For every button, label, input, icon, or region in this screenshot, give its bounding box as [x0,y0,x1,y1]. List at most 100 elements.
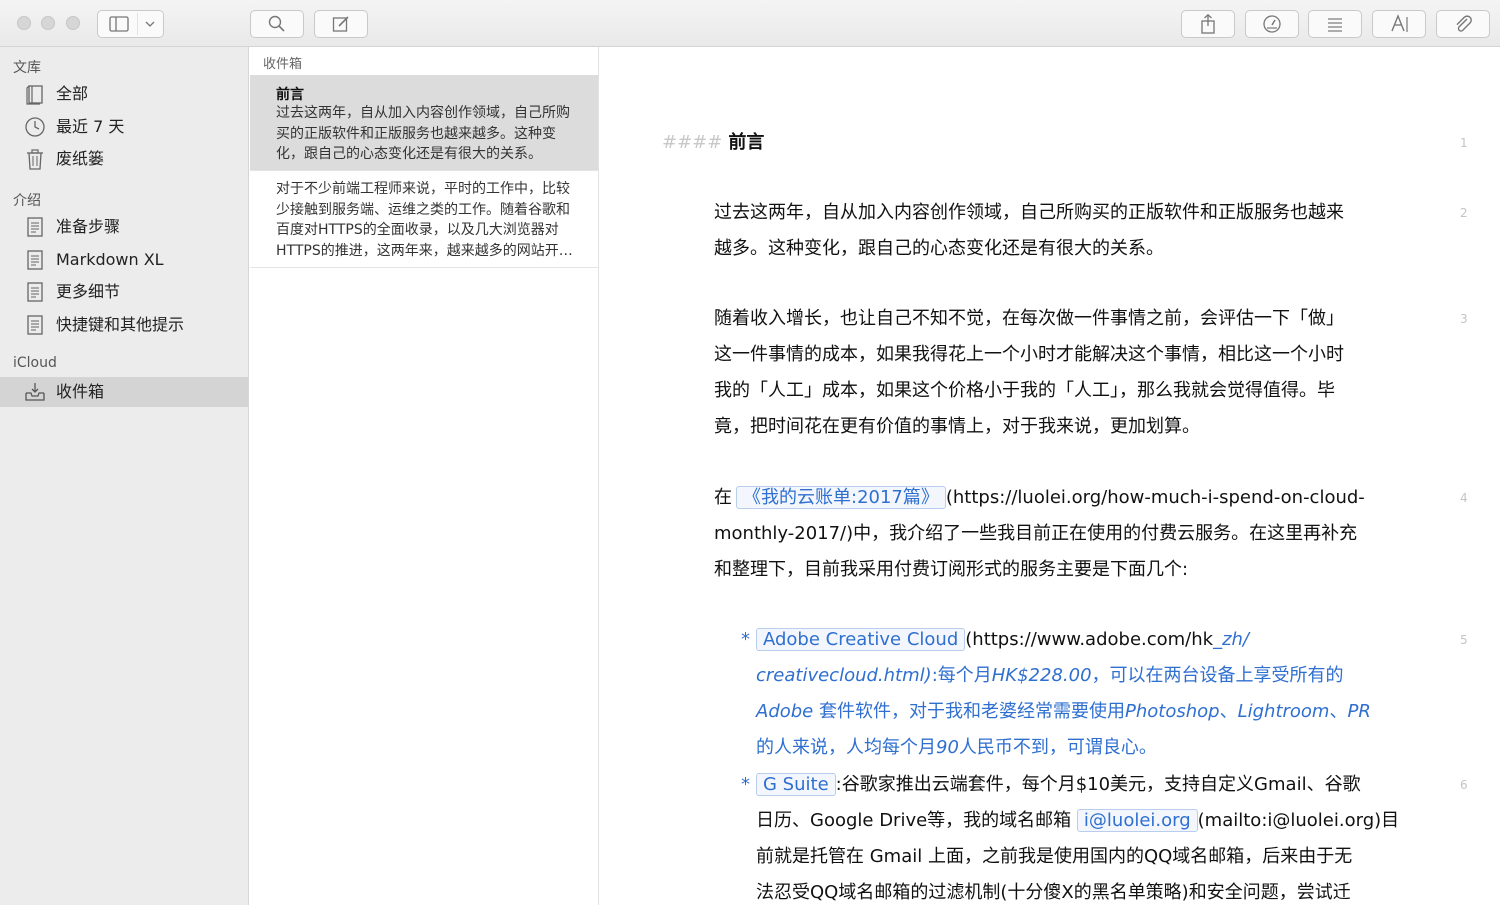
library-section-header: 文库 [13,60,41,76]
sidebar-item-label: 废纸篓 [56,149,105,168]
sidebar-item-all[interactable]: 全部 [0,79,248,109]
table-of-contents-button[interactable] [1308,10,1362,38]
search-icon [268,15,285,32]
list-item-line: 日历、Google Drive等，我的域名邮箱 i@luolei.org (mai… [756,803,1399,839]
window-toolbar [0,0,1500,47]
sidebar-item-more-details[interactable]: 更多细节 [0,277,248,307]
list-icon [1328,18,1342,32]
paragraph-line: 竟，把时间花在更有价值的事情上，对于我来说，更加划算。 [714,416,1200,437]
text-span: Lightroom [1237,701,1330,722]
line-number: 4 [1460,491,1468,505]
document-icon [27,250,43,270]
note-list: 收件箱 前言 过去这两年，自从加入内容创作领域，自己所购买的正版软件和正版服务也… [250,47,599,905]
sidebar-item-inbox[interactable]: 收件箱 [0,377,248,407]
paragraph-line: monthly-2017/)中，我介绍了一些我目前正在使用的付费云服务。在这里再… [714,523,1358,544]
note-list-item[interactable]: 前言 过去这两年，自从加入内容创作领域，自己所购买的正版软件和正版服务也越来越多… [250,75,598,171]
sidebar-item-trash[interactable]: 废纸篓 [0,144,248,174]
sidebar-item-shortcuts-tips[interactable]: 快捷键和其他提示 [0,310,248,340]
text-span: 的人来说，人均每个月 [756,737,936,758]
list-item-line: Adobe Creative Cloud (https://www.adobe.c… [756,622,1249,658]
text-span: 在 [714,487,732,508]
url-text: creativecloud.html) [756,665,932,686]
sidebar-item-label: 最近 7 天 [56,117,125,136]
list-bullet: * [741,629,750,650]
text-span: 90 [936,737,959,758]
text-span: :谷歌家推出云端套件，每个月$10美元，支持自定义Gmail、谷歌 [835,774,1361,795]
text-span: (mailto:i@luolei.org)目 [1197,810,1400,831]
text-span: 套件软件，对于我和老婆经常需要使用 [813,701,1125,722]
note-title: 前言 [276,87,304,103]
sidebar-item-label: Markdown XL [56,250,164,269]
heading-text: 前言 [728,132,765,153]
sidebar-item-label: 快捷键和其他提示 [56,315,185,334]
line-number: 2 [1460,206,1468,220]
sidebar-item-setup-steps[interactable]: 准备步骤 [0,212,248,242]
share-icon [1201,13,1215,34]
sidebar: 文库 全部 最近 7 天 废纸篓 介绍 准备步骤 Markdown XL 更多细… [0,47,249,905]
text-span: 人民币不到，可谓良心。 [958,737,1157,758]
sidebar-item-label: 收件箱 [56,382,105,401]
icloud-section-header: iCloud [13,355,57,371]
document-icon [27,282,43,302]
line-number: 1 [1460,136,1468,150]
text-span: ，可以在两台设备上享受所有的 [1091,665,1344,686]
text-span: Adobe [756,701,814,722]
font-settings-button[interactable] [1372,10,1426,38]
text-span: :每个月 [931,665,992,686]
text-span: HK$228.00 [991,665,1092,686]
list-item-line: creativecloud.html):每个月HK$228.00，可以在两台设备… [756,658,1344,694]
heading-marker: #### [662,132,723,153]
note-excerpt: 对于不少前端工程师来说，平时的工作中，比较少接触到服务端、运维之类的工作。随着谷… [276,181,573,259]
heading-line: #### 前言 [662,125,764,161]
line-number: 3 [1460,312,1468,326]
link-tag[interactable]: G Suite [756,773,836,796]
minimize-window-button[interactable] [41,16,55,30]
sidebar-item-markdown-xl[interactable]: Markdown XL [0,245,248,275]
sidebar-icon [109,13,138,35]
list-item-line: 的人来说，人均每个月90人民币不到，可谓良心。 [756,730,1157,766]
trash-icon [27,149,43,170]
zoom-window-button[interactable] [66,16,80,30]
paragraph-line: 越多。这种变化，跟自己的心态变化还是有很大的关系。 [714,238,1164,259]
list-item-line: 法忍受QQ域名邮箱的过滤机制(十分傻X的黑名单策略)和安全问题，尝试迁 [756,882,1351,903]
close-window-button[interactable] [17,16,31,30]
paperclip-icon [1456,15,1472,32]
search-button[interactable] [250,10,304,38]
url-text: (https://luolei.org/how-much-i-spend-on-… [945,487,1365,508]
new-note-button[interactable] [314,10,368,38]
attachment-button[interactable] [1436,10,1490,38]
text-span: 、 [1219,701,1238,722]
note-list-item[interactable]: 对于不少前端工程师来说，平时的工作中，比较少接触到服务端、运维之类的工作。随着谷… [250,171,598,268]
gauge-icon [1263,15,1281,33]
chevron-down-icon[interactable] [138,11,162,37]
compose-icon [332,16,349,32]
notebook-icon [26,85,43,105]
inbox-icon [25,383,45,401]
document-icon [27,217,43,237]
paragraph-line: 我的「人工」成本，如果这个价格小于我的「人工」，那么我就会觉得值得。毕 [714,380,1335,401]
share-button[interactable] [1181,10,1235,38]
intro-section-header: 介绍 [13,193,41,209]
list-bullet: * [741,774,750,795]
url-text: _zh/ [1213,629,1249,650]
line-number: 5 [1460,633,1468,647]
sidebar-item-recent-7-days[interactable]: 最近 7 天 [0,112,248,142]
note-excerpt: 过去这两年，自从加入内容创作领域，自己所购买的正版软件和正版服务也越来越多。这种… [276,105,570,162]
list-item-line: Adobe 套件软件，对于我和老婆经常需要使用Photoshop、Lightro… [756,694,1371,730]
line-number: 6 [1460,778,1468,792]
link-tag[interactable]: 《我的云账单:2017篇》 [736,486,946,509]
note-list-header: 收件箱 [263,57,303,72]
clock-icon [25,117,45,137]
editor[interactable]: #### 前言 1 过去这两年，自从加入内容创作领域，自己所购买的正版软件和正版服… [600,47,1500,905]
sidebar-item-label: 准备步骤 [56,217,121,236]
sidebar-toggle-button[interactable] [97,10,164,38]
list-item-line: 前就是托管在 Gmail 上面，之前我是使用国内的QQ域名邮箱，后来由于无 [756,846,1353,867]
paragraph-line: 这一件事情的成本，如果我得花上一个小时才能解决这个事情，相比这一个小时 [714,344,1344,365]
text-span: Photoshop [1125,701,1220,722]
link-tag[interactable]: i@luolei.org [1076,809,1198,832]
text-span: 、 [1329,701,1348,722]
sidebar-item-label: 更多细节 [56,282,121,301]
link-tag[interactable]: Adobe Creative Cloud [756,628,966,651]
sidebar-item-label: 全部 [56,84,89,103]
statistics-button[interactable] [1245,10,1299,38]
